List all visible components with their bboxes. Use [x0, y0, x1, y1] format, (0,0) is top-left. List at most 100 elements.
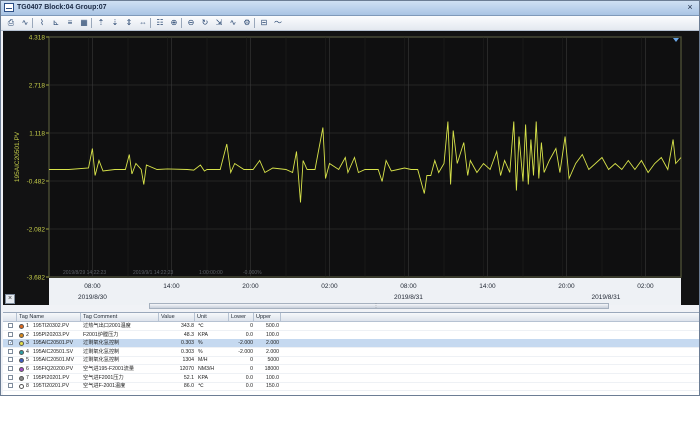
overlay-icon[interactable]: ☷: [154, 18, 166, 28]
x-tick-label: 08:00: [84, 283, 101, 290]
row-checkbox[interactable]: [8, 357, 13, 363]
row-index: 6: [26, 366, 29, 372]
tag-lower: 0: [250, 357, 253, 364]
wave-icon[interactable]: 〜: [272, 18, 284, 28]
pan-icon[interactable]: ⇔: [137, 18, 149, 28]
toolbar: ⎙ ∿ ⌇ ⊾ ≡ ▦ ⇡ ⇣ ⇕ ⇔ ☷ ⊕ ⊖ ↻ ⇲ ∿ ⚙ ⊟ 〜: [1, 16, 699, 31]
tag-comment: 过热气出口2001温度: [83, 323, 131, 329]
pen-color-icon: [19, 341, 24, 347]
row-checkbox[interactable]: [8, 366, 13, 371]
window-title: TG0407 Block:04 Group:07: [17, 4, 107, 11]
tag-value: 86.0: [183, 383, 194, 390]
tag-lower: -2.000: [238, 348, 253, 355]
cursor-readout: 1:00:00:00: [199, 270, 223, 276]
row-checkbox[interactable]: ✓: [8, 340, 13, 346]
row-checkbox[interactable]: [8, 374, 13, 380]
table-row[interactable]: 8 195TI20201.PV 空气进F-2001温度 86.0 ℃ 0.0 150.0: [3, 382, 699, 392]
x-tick-label: 20:00: [242, 283, 259, 290]
header-tag-name[interactable]: Tag Name: [17, 313, 81, 321]
tag-name: 195PI20203.PV: [33, 331, 70, 338]
pen-color-icon: [19, 358, 24, 364]
trend-window: TG0407 Block:04 Group:07 × ⎙ ∿ ⌇ ⊾ ≡ ▦ ⇡ ⇣ ⇕ ⇔ ☷ ⊕ ⊖…: [0, 0, 700, 396]
row-checkbox[interactable]: [8, 348, 13, 354]
time-axis-band: [49, 278, 681, 305]
print-icon[interactable]: ⎙: [5, 18, 17, 28]
date-tick-label: 2019/8/31: [394, 294, 423, 301]
pen-color-icon: [19, 324, 24, 329]
tag-unit: NM3/H: [198, 366, 215, 372]
close-button[interactable]: ×: [684, 2, 696, 13]
tag-name: 195TI20201.PV: [33, 383, 70, 390]
tag-upper: 500.0: [266, 323, 279, 329]
panel-toggle-button[interactable]: ×: [5, 294, 15, 304]
zoom-out-icon[interactable]: ⊖: [185, 18, 197, 28]
row-checkbox[interactable]: [8, 323, 13, 328]
tag-unit: M/H: [198, 357, 208, 364]
header-lower[interactable]: Lower: [229, 313, 254, 321]
tag-name: 195PI20201.PV: [33, 374, 70, 381]
grid-icon[interactable]: ▦: [78, 18, 90, 28]
x-tick-label: 02:00: [637, 283, 654, 290]
tag-value: 12070: [179, 366, 194, 372]
x-tick-label: 02:00: [321, 283, 338, 290]
tag-upper: 2.000: [266, 348, 279, 355]
tag-unit: %: [198, 348, 203, 355]
x-tick-label: 20:00: [558, 283, 575, 290]
time-scrollbar[interactable]: ⋮: [149, 303, 609, 309]
tag-value: 52.1: [183, 374, 194, 381]
tag-icon[interactable]: ⊟: [258, 18, 270, 28]
row-checkbox[interactable]: [8, 331, 13, 337]
trend-chart-svg[interactable]: 4.318 2.718 1.118 -0.482 -2.082 -3.682 08:00 14…: [3, 31, 699, 305]
tag-name: 195AIC20501.SV: [33, 348, 74, 355]
tag-value: 0.303: [181, 348, 194, 355]
x-tick-label: 14:00: [163, 283, 180, 290]
tag-value: 343.8: [181, 323, 194, 329]
y-tick-label: 4.318: [29, 35, 46, 42]
pen-chart-icon[interactable]: ∿: [227, 18, 239, 28]
header-unit[interactable]: Unit: [195, 313, 229, 321]
toolbar-separator: [150, 18, 151, 28]
cursor-readout: 2019/9/1 14:22:23: [133, 270, 174, 276]
export-icon[interactable]: ⇲: [213, 18, 225, 28]
scrollbar-grip-icon: ⋮: [373, 303, 379, 309]
tag-upper: 5000: [267, 357, 279, 364]
tag-lower: 0: [250, 366, 253, 372]
cursor-chart-icon[interactable]: ⌇: [36, 18, 48, 28]
tag-comment: F2001炉膛压力: [83, 331, 119, 338]
ruler-icon[interactable]: ≡: [64, 18, 76, 28]
row-index: 1: [26, 323, 29, 329]
trend-cursor-icon[interactable]: ⊾: [50, 18, 62, 28]
tag-comment: 空气进F-2001温度: [83, 383, 126, 390]
tag-comment: 空气进F2001压力: [83, 374, 124, 381]
cursor-readout: -0.000%: [243, 270, 262, 276]
header-value[interactable]: Value: [159, 313, 195, 321]
tag-comment: 过剩氧化氢控制: [83, 348, 120, 355]
pen-color-icon: [19, 332, 24, 338]
toolbar-separator: [181, 18, 182, 28]
zoom-in-icon[interactable]: ⊕: [168, 18, 180, 28]
header-upper[interactable]: Upper: [254, 313, 281, 321]
header-tag-comment[interactable]: Tag Comment: [81, 313, 159, 321]
y-axis-label: 195AIC20501.PV: [14, 131, 21, 182]
toolbar-separator: [91, 18, 92, 28]
title-bar[interactable]: TG0407 Block:04 Group:07 ×: [1, 1, 699, 16]
refresh-icon[interactable]: ↻: [199, 18, 211, 28]
tag-value: 48.3: [183, 331, 194, 338]
scale-fit-icon[interactable]: ⇕: [123, 18, 135, 28]
y-tick-label: -3.682: [27, 275, 46, 282]
tag-value: 1304: [182, 357, 194, 364]
tag-unit: %: [198, 340, 203, 347]
scale-up-icon[interactable]: ⇡: [95, 18, 107, 28]
settings-icon[interactable]: ⚙: [241, 18, 253, 28]
x-tick-label: 08:00: [400, 283, 417, 290]
trend-chart[interactable]: 4.318 2.718 1.118 -0.482 -2.082 -3.682 08:00 14…: [3, 31, 699, 305]
tag-unit: ℃: [198, 383, 204, 390]
scale-down-icon[interactable]: ⇣: [109, 18, 121, 28]
trend-chart-icon[interactable]: ∿: [19, 18, 31, 28]
tag-lower: 0.0: [245, 383, 253, 390]
pen-color-icon: [19, 375, 24, 381]
row-index: 4: [26, 348, 29, 355]
tag-upper: 2.000: [266, 340, 279, 347]
date-tick-label: 2019/8/31: [591, 294, 620, 301]
row-checkbox[interactable]: [8, 383, 13, 389]
